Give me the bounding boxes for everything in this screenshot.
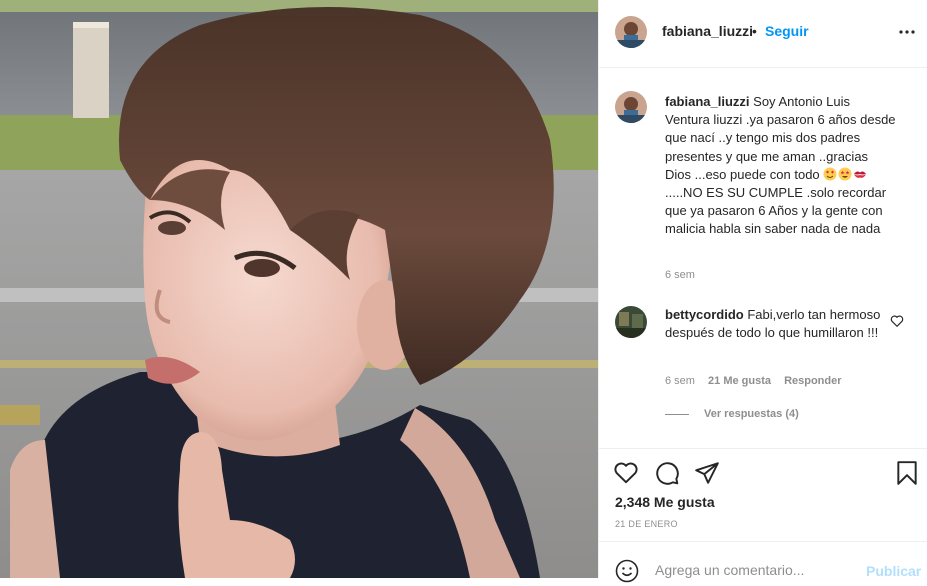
comment-input[interactable] <box>655 562 855 578</box>
likes-count[interactable]: 2,348 Me gusta <box>615 494 715 510</box>
bookmark-icon[interactable] <box>894 460 920 486</box>
post-header: fabiana_liuzzi • Seguir <box>599 0 927 68</box>
comment-icon[interactable] <box>654 460 680 486</box>
emoji-smile-icon[interactable] <box>615 559 639 583</box>
author-username[interactable]: fabiana_liuzzi <box>662 23 753 39</box>
caption-timestamp[interactable]: 6 sem <box>665 269 695 281</box>
comment-text: bettycordido Fabi,verlo tan hermoso desp… <box>665 306 885 342</box>
author-avatar-image <box>615 16 647 48</box>
post-actions <box>599 450 927 490</box>
comment-meta: 6 sem 21 Me gusta Responder <box>665 375 852 387</box>
view-replies-line <box>665 413 689 415</box>
add-comment-bar: Publicar <box>599 541 927 583</box>
view-replies-label: Ver respuestas (4) <box>704 408 799 420</box>
caption-username[interactable]: fabiana_liuzzi <box>665 94 750 109</box>
publish-button[interactable]: Publicar <box>866 563 921 579</box>
caption-avatar-image <box>615 91 647 123</box>
follow-button[interactable]: Seguir <box>765 23 809 39</box>
commenter-username[interactable]: bettycordido <box>665 307 744 322</box>
separator-dot: • <box>752 23 757 39</box>
post-side-panel: fabiana_liuzzi • Seguir fabiana_liuzzi S… <box>598 0 927 583</box>
heart-eyes-emoji-icon <box>823 167 837 181</box>
instagram-post: fabiana_liuzzi • Seguir fabiana_liuzzi S… <box>0 0 927 583</box>
star-struck-emoji-icon <box>838 167 852 181</box>
commenter-avatar[interactable] <box>615 306 647 338</box>
photo-boy-portrait <box>0 0 598 578</box>
author-avatar[interactable] <box>615 16 647 48</box>
comments-section: fabiana_liuzzi Soy Antonio Luis Ventura … <box>599 69 927 449</box>
kiss-mark-emoji-icon <box>854 171 867 178</box>
comment-timestamp[interactable]: 6 sem <box>665 375 695 387</box>
post-date[interactable]: 21 DE ENERO <box>615 519 678 529</box>
caption-body-continued: .....NO ES SU CUMPLE .solo recordar que … <box>665 185 887 237</box>
post-photo[interactable] <box>0 0 598 578</box>
comment-like-heart-icon[interactable] <box>890 314 904 328</box>
commenter-avatar-image <box>615 306 647 338</box>
view-replies-button[interactable]: Ver respuestas (4) <box>665 408 799 420</box>
reply-button[interactable]: Responder <box>784 375 841 387</box>
caption-text: fabiana_liuzzi Soy Antonio Luis Ventura … <box>665 93 897 239</box>
caption-avatar[interactable] <box>615 91 647 123</box>
share-icon[interactable] <box>694 460 720 486</box>
more-options-icon[interactable] <box>897 24 917 40</box>
comment-likes[interactable]: 21 Me gusta <box>708 375 771 387</box>
like-heart-icon[interactable] <box>613 460 639 486</box>
